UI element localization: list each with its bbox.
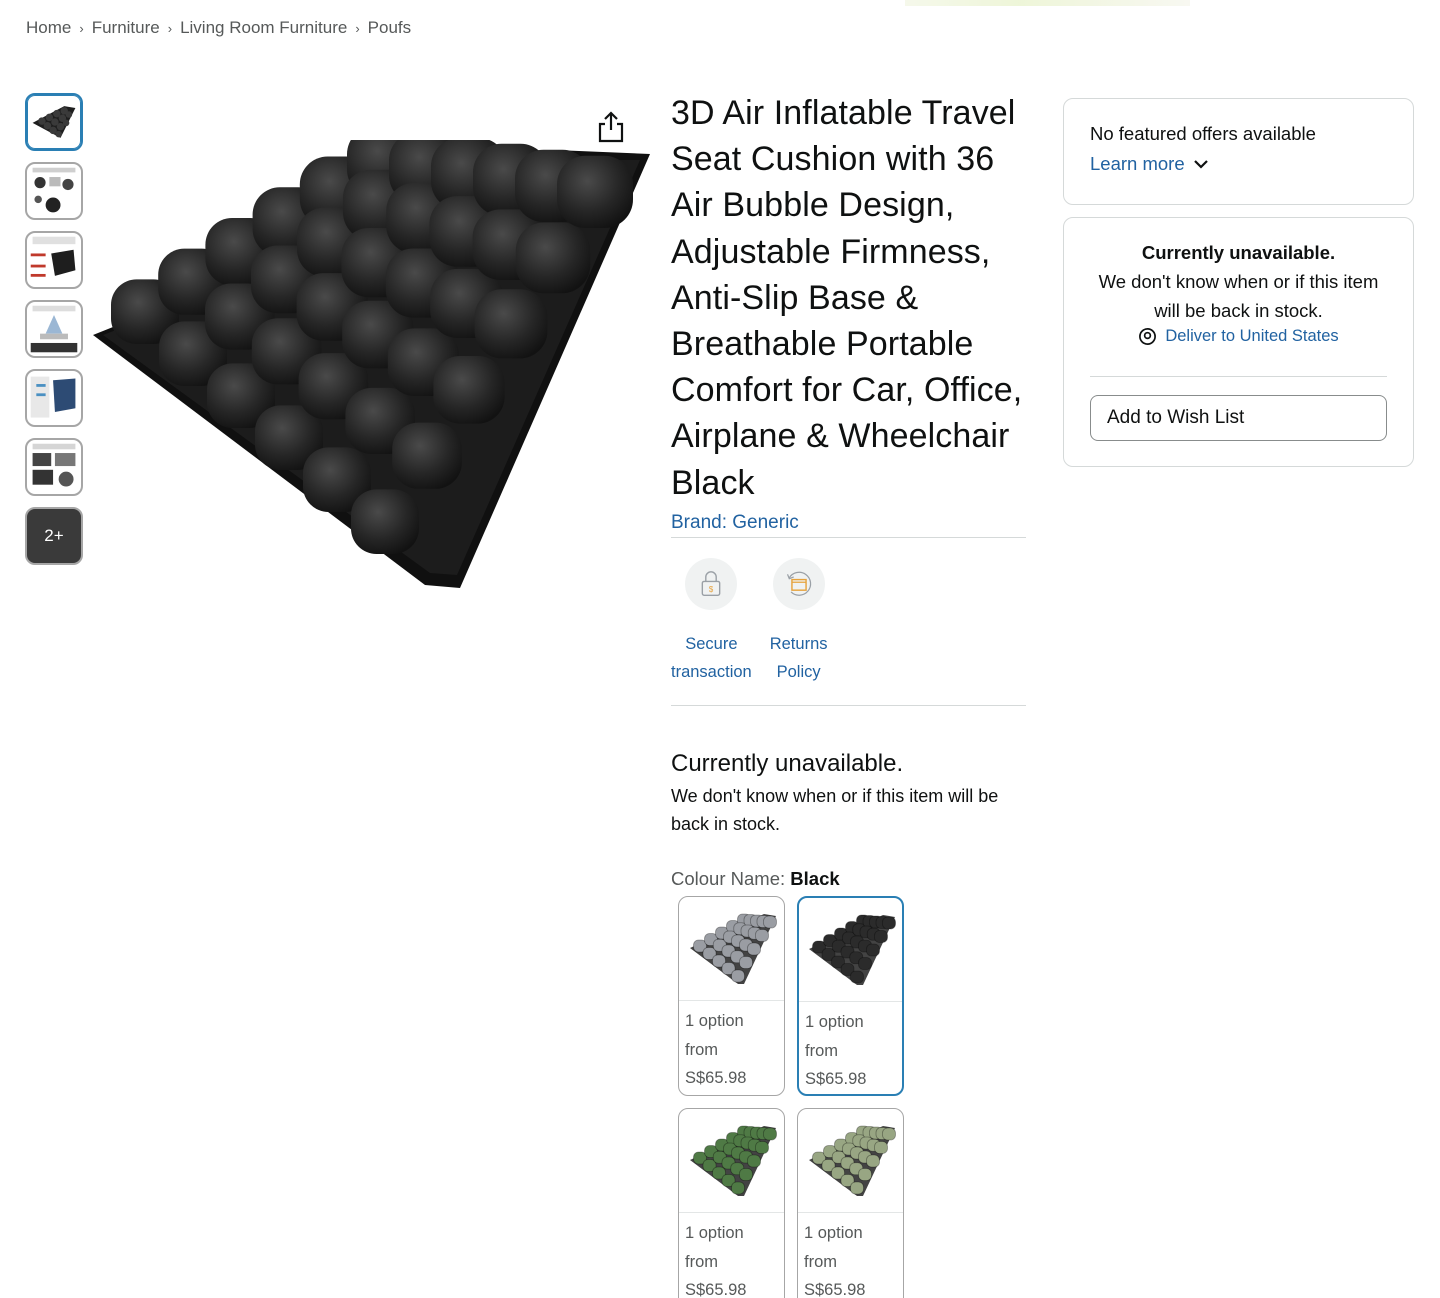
colour-name-row: Colour Name: Black	[671, 868, 1026, 890]
secure-transaction-badge[interactable]: $ Secure transaction	[671, 557, 752, 686]
swatch-price: S$65.98	[805, 1070, 867, 1089]
breadcrumb-furniture[interactable]: Furniture	[92, 18, 160, 38]
swatch-price: S$65.98	[685, 1281, 747, 1298]
deliver-to-label: Deliver to United States	[1165, 327, 1339, 345]
breadcrumb-separator: ›	[167, 20, 173, 36]
product-details: 3D Air Inflatable Travel Seat Cushion wi…	[671, 90, 1026, 1298]
availability-box: Currently unavailable. We don't know whe…	[1063, 217, 1414, 467]
swatch-image	[679, 1109, 784, 1213]
air-bubble	[351, 489, 419, 554]
air-bubble	[433, 355, 505, 424]
divider	[671, 536, 1026, 538]
air-bubble	[515, 222, 591, 294]
chevron-down-icon	[1193, 160, 1208, 169]
thumbnail-more-label: 2+	[44, 526, 64, 545]
air-bubble	[392, 422, 462, 489]
no-featured-offers-text: No featured offers available	[1090, 123, 1316, 144]
learn-more-link[interactable]: Learn more	[1090, 153, 1387, 175]
featured-offers-box: No featured offers available Learn more	[1063, 98, 1414, 205]
return-box-icon	[772, 557, 825, 610]
swatch-image	[798, 1109, 903, 1213]
svg-text:$: $	[709, 585, 714, 594]
thumbnail-6[interactable]	[25, 438, 83, 496]
lock-icon: $	[685, 557, 738, 610]
swatch-from-label: from	[805, 1041, 838, 1060]
colour-swatch-grey[interactable]: 1 option from S$65.98	[678, 895, 785, 1096]
colour-swatch-black[interactable]: 1 option from S$65.98	[797, 895, 904, 1096]
image-thumbnails: 2+	[25, 93, 85, 576]
swatch-image	[799, 898, 902, 1002]
breadcrumb-living-room-furniture[interactable]: Living Room Furniture	[180, 18, 347, 38]
breadcrumb-separator: ›	[79, 20, 84, 36]
thumbnail-5[interactable]	[25, 369, 83, 427]
buybox-unavailable-text: We don't know when or if this item will …	[1098, 271, 1379, 321]
thumbnail-4[interactable]	[25, 300, 83, 358]
colour-swatches: 1 option from S$65.98 1 option from S$65…	[678, 895, 1026, 1298]
buybox-unavailable-title: Currently unavailable.	[1141, 242, 1336, 263]
air-bubble	[474, 289, 548, 359]
swatch-from-label: from	[685, 1252, 718, 1271]
availability-title: Currently unavailable.	[671, 749, 904, 777]
swatch-image	[679, 897, 784, 1001]
divider	[1090, 376, 1387, 377]
divider	[671, 704, 1026, 706]
breadcrumb-home[interactable]: Home	[26, 18, 71, 38]
brand-link[interactable]: Brand: Generic	[671, 512, 799, 534]
secure-transaction-label: Secure transaction	[671, 634, 752, 681]
thumbnail-2[interactable]	[25, 162, 83, 220]
swatch-option-count: 1 option	[685, 1223, 744, 1242]
product-title: 3D Air Inflatable Travel Seat Cushion wi…	[671, 94, 1023, 502]
trust-badges: $ Secure transaction Returns Policy	[671, 557, 1026, 686]
thumbnail-more[interactable]: 2+	[25, 507, 83, 565]
learn-more-label: Learn more	[1090, 153, 1185, 174]
colour-swatch-green[interactable]: 1 option from S$65.98	[678, 1107, 785, 1298]
returns-policy-label: Returns Policy	[769, 634, 828, 681]
swatch-price: S$65.98	[804, 1281, 866, 1298]
breadcrumb: Home › Furniture › Living Room Furniture…	[26, 18, 411, 38]
add-to-wish-list-button[interactable]: Add to Wish List	[1090, 395, 1387, 441]
breadcrumb-separator: ›	[355, 20, 360, 36]
location-pin-icon	[1139, 328, 1157, 345]
cushion-illustration	[93, 125, 650, 588]
top-banner-fade	[905, 0, 1190, 6]
thumbnail-3[interactable]	[25, 231, 83, 289]
swatch-from-label: from	[685, 1040, 718, 1059]
availability-text: We don't know when or if this item will …	[671, 785, 999, 834]
deliver-to-link[interactable]: Deliver to United States	[1090, 327, 1387, 346]
swatch-from-label: from	[804, 1252, 837, 1271]
swatch-option-count: 1 option	[685, 1011, 744, 1030]
swatch-option-count: 1 option	[804, 1223, 863, 1242]
swatch-price: S$65.98	[685, 1069, 747, 1088]
colour-name-label: Colour Name:	[671, 867, 786, 889]
thumbnail-1[interactable]	[25, 93, 83, 151]
colour-selected-value: Black	[790, 867, 840, 889]
breadcrumb-poufs[interactable]: Poufs	[368, 18, 411, 38]
returns-policy-badge[interactable]: Returns Policy	[769, 557, 828, 686]
share-icon[interactable]	[596, 110, 626, 144]
air-bubble	[557, 155, 633, 228]
swatch-option-count: 1 option	[805, 1012, 864, 1031]
main-product-image[interactable]	[85, 125, 655, 600]
colour-swatch-sage[interactable]: 1 option from S$65.98	[797, 1107, 904, 1298]
